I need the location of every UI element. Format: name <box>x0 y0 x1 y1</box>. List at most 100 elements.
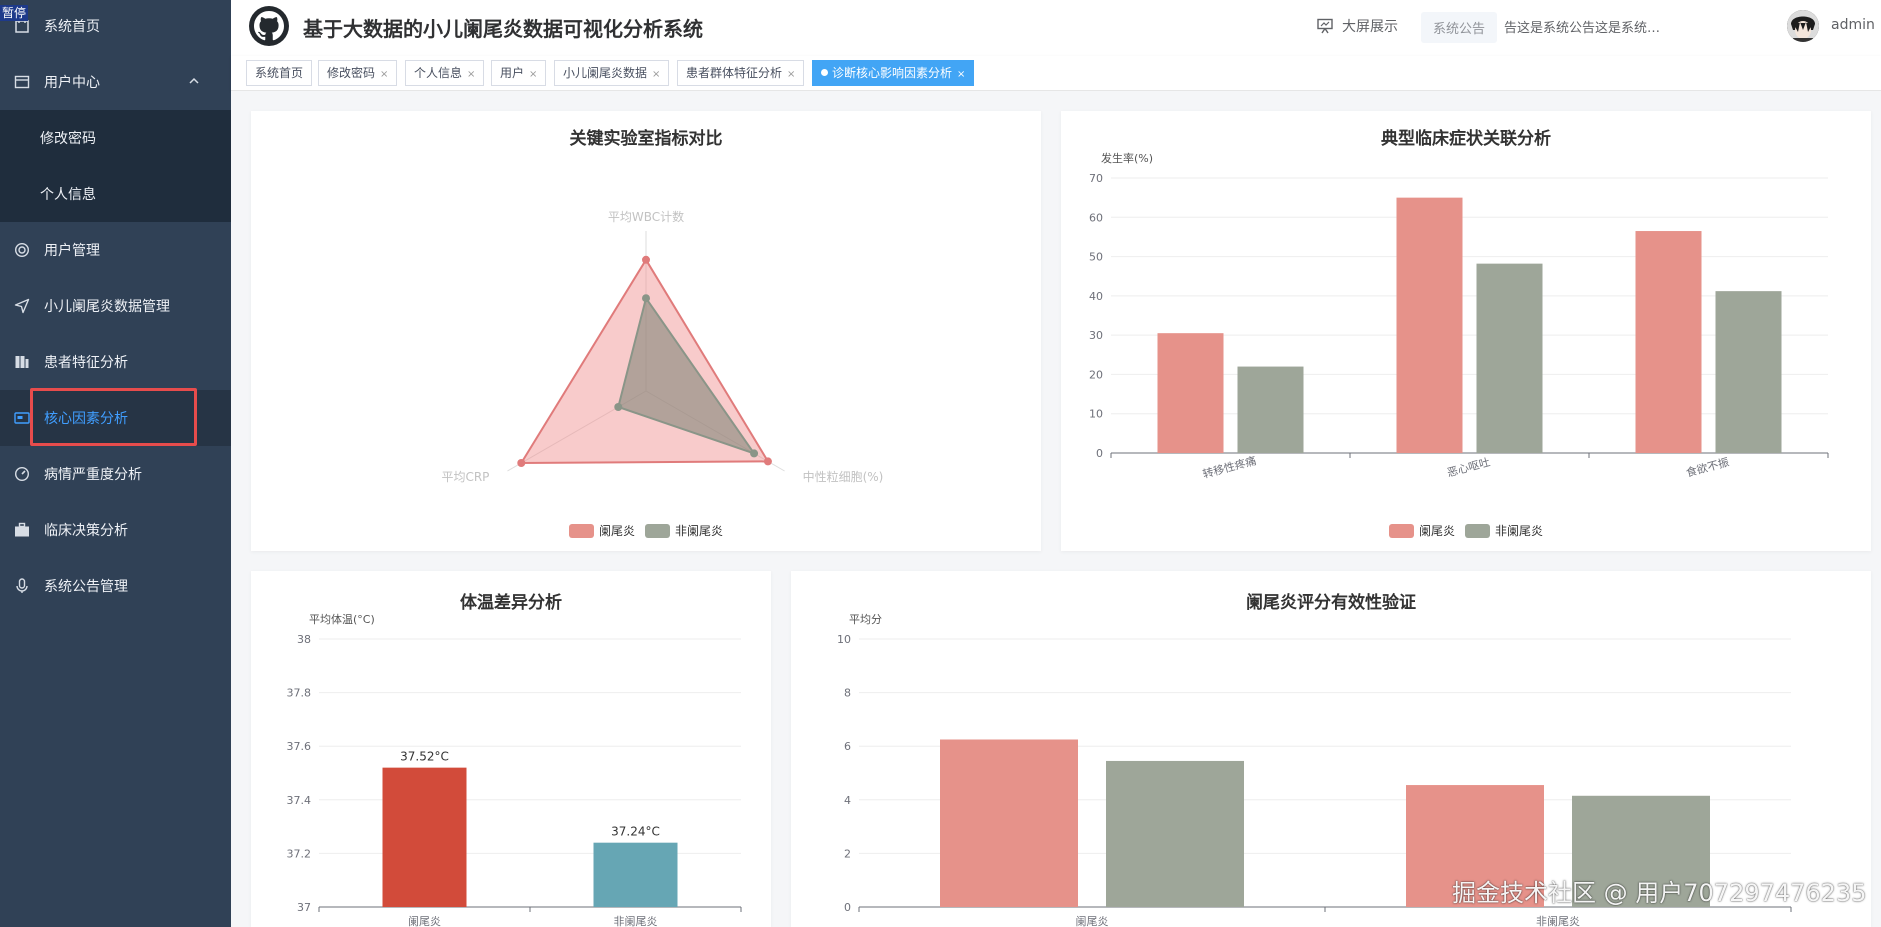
tab-label: 系统首页 <box>255 66 304 80</box>
y-tick-label: 4 <box>844 794 851 807</box>
presentation-icon <box>1317 18 1333 34</box>
radar-point[interactable] <box>642 255 650 264</box>
bar[interactable] <box>1715 291 1782 453</box>
sidebar-item-label: 修改密码 <box>40 131 96 147</box>
tab-core-factors[interactable]: 诊断核心影响因素分析 × <box>812 60 975 86</box>
legend-swatch[interactable] <box>569 524 594 538</box>
legend-label[interactable]: 阑尾炎 <box>1419 523 1455 538</box>
tab-change-password[interactable]: 修改密码 × <box>318 60 398 86</box>
sidebar-item-home[interactable]: 系统首页 <box>0 0 231 54</box>
sidebar-item-severity[interactable]: 病情严重度分析 <box>0 446 231 502</box>
sidebar-item-user-center[interactable]: 用户中心 <box>0 54 231 110</box>
close-icon[interactable]: × <box>787 69 795 80</box>
y-tick-label: 37 <box>297 901 311 914</box>
tab-label: 个人信息 <box>414 66 463 80</box>
tab-profile[interactable]: 个人信息 × <box>405 60 485 86</box>
temperature-bar-chart: 体温差异分析平均体温(°C) 37 37.2 37.4 37.6 37.8 38 阑尾炎 非阑尾… <box>287 592 742 927</box>
radar-indicator-label: 中性粒细胞(%) <box>803 469 884 484</box>
y-axis-label: 发生率(%) <box>1101 151 1153 165</box>
tab-label: 用户 <box>500 66 525 80</box>
bar[interactable] <box>1106 760 1244 907</box>
x-tick-label: 非阑尾炎 <box>1536 914 1580 927</box>
sidebar-item-label: 用户中心 <box>44 75 100 91</box>
bar[interactable] <box>1237 366 1304 453</box>
y-tick-label: 8 <box>844 687 851 700</box>
notice-label: 系统公告 <box>1421 12 1498 43</box>
sidebar: 系统首页 用户中心 修改密码 个人信息 用户管理 小儿阑尾炎数据管理 患者特征分… <box>0 0 231 927</box>
tab-home[interactable]: 系统首页 <box>246 60 313 86</box>
sidebar-item-clinical-decision[interactable]: 临床决策分析 <box>0 502 231 558</box>
y-tick-label: 38 <box>297 633 311 646</box>
bar[interactable] <box>940 739 1078 908</box>
bar[interactable] <box>382 767 467 907</box>
y-tick-label: 20 <box>1089 368 1103 381</box>
y-tick-label: 40 <box>1089 290 1103 303</box>
page-title: 基于大数据的小儿阑尾炎数据可视化分析系统 <box>303 17 703 41</box>
close-icon[interactable]: × <box>652 69 660 80</box>
tab-user[interactable]: 用户 × <box>491 60 547 86</box>
radar-point[interactable] <box>614 403 623 411</box>
radar-point[interactable] <box>763 457 772 466</box>
main-content: 关键实验室指标对比 平均WBC计数 中性粒细胞(%) 平均CRP 阑尾炎 非阑尾炎 典型临… <box>231 91 1881 927</box>
chart-title: 体温差异分析 <box>460 592 562 613</box>
y-tick-label: 2 <box>844 847 851 860</box>
send-icon <box>14 298 30 314</box>
legend-swatch[interactable] <box>645 524 670 538</box>
bar[interactable] <box>1396 197 1463 453</box>
y-tick-label: 37.6 <box>287 740 312 753</box>
tab-patient-features[interactable]: 患者群体特征分析 × <box>677 60 805 86</box>
symptom-bar-chart: 典型临床症状关联分析发生率(%) 0 10 20 30 40 50 60 70 转移性疼痛 恶心呕吐… <box>1089 128 1829 538</box>
x-tick-label: 恶心呕吐 <box>1446 456 1492 480</box>
github-logo-icon[interactable] <box>249 6 289 46</box>
tab-label: 患者群体特征分析 <box>686 66 783 80</box>
y-tick-label: 10 <box>837 633 851 646</box>
briefcase-icon <box>14 522 30 538</box>
temperature-bar-card: 体温差异分析 平均体温(°C) 37 37.2 37.4 37.6 37.8 38 阑尾炎 非阑尾… <box>251 571 771 927</box>
sidebar-item-user-management[interactable]: 用户管理 <box>0 222 231 278</box>
bar[interactable] <box>1476 263 1543 453</box>
pause-badge[interactable]: 暂停 <box>0 5 29 21</box>
tab-label: 修改密码 <box>327 66 376 80</box>
close-icon[interactable]: × <box>957 69 965 80</box>
y-tick-label: 6 <box>844 740 851 753</box>
legend-label[interactable]: 阑尾炎 <box>599 523 635 538</box>
sidebar-item-profile[interactable]: 个人信息 <box>0 166 231 222</box>
notice-marquee[interactable]: 告这是系统公告这是系统… <box>1504 17 1679 36</box>
radar-point[interactable] <box>517 459 526 467</box>
close-icon[interactable]: × <box>467 69 475 80</box>
close-icon[interactable]: × <box>529 69 537 80</box>
tags-view: 系统首页 修改密码 × 个人信息 × 用户 × 小儿阑尾炎数据 × 患者群体特征分析 × … <box>231 56 1881 91</box>
lab-radar-chart: 关键实验室指标对比平均WBC计数中性粒细胞(%) 平均CRP 阑尾炎 非阑尾炎 <box>441 128 884 538</box>
radar-point[interactable] <box>642 294 650 303</box>
y-tick-label: 37.4 <box>287 794 312 807</box>
symptom-bar-card: 典型临床症状关联分析 发生率(%) 0 10 20 30 40 50 60 70 转移性疼痛 恶心呕吐… <box>1061 111 1871 551</box>
radar-point[interactable] <box>750 449 759 458</box>
legend-swatch[interactable] <box>1389 524 1414 538</box>
sidebar-item-patient-features[interactable]: 患者特征分析 <box>0 334 231 390</box>
sidebar-item-data-management[interactable]: 小儿阑尾炎数据管理 <box>0 278 231 334</box>
x-tick-label: 阑尾炎 <box>408 914 441 927</box>
sidebar-item-label: 用户管理 <box>44 243 100 259</box>
big-screen-button[interactable]: 大屏展示 <box>1316 16 1398 36</box>
gauge-icon <box>14 466 30 482</box>
y-tick-label: 10 <box>1089 408 1103 421</box>
sidebar-item-announcements[interactable]: 系统公告管理 <box>0 558 231 614</box>
legend-label[interactable]: 非阑尾炎 <box>675 523 723 538</box>
legend-label[interactable]: 非阑尾炎 <box>1495 523 1543 538</box>
y-axis-label: 平均分 <box>849 613 882 626</box>
bar[interactable] <box>1157 333 1224 453</box>
y-tick-label: 30 <box>1089 329 1103 342</box>
sidebar-item-change-password[interactable]: 修改密码 <box>0 110 231 166</box>
bar[interactable] <box>593 842 678 907</box>
username[interactable]: admin <box>1831 17 1875 33</box>
avatar[interactable] <box>1787 10 1819 42</box>
close-icon[interactable]: × <box>380 69 388 80</box>
tab-label: 诊断核心影响因素分析 <box>832 66 953 80</box>
monitor-icon <box>14 410 30 426</box>
legend-swatch[interactable] <box>1465 524 1490 538</box>
active-dot-icon <box>821 69 828 76</box>
y-axis-label: 平均体温(°C) <box>309 612 375 626</box>
tab-appendicitis-data[interactable]: 小儿阑尾炎数据 × <box>554 60 670 86</box>
bar[interactable] <box>1635 231 1702 453</box>
y-tick-label: 50 <box>1089 251 1103 264</box>
